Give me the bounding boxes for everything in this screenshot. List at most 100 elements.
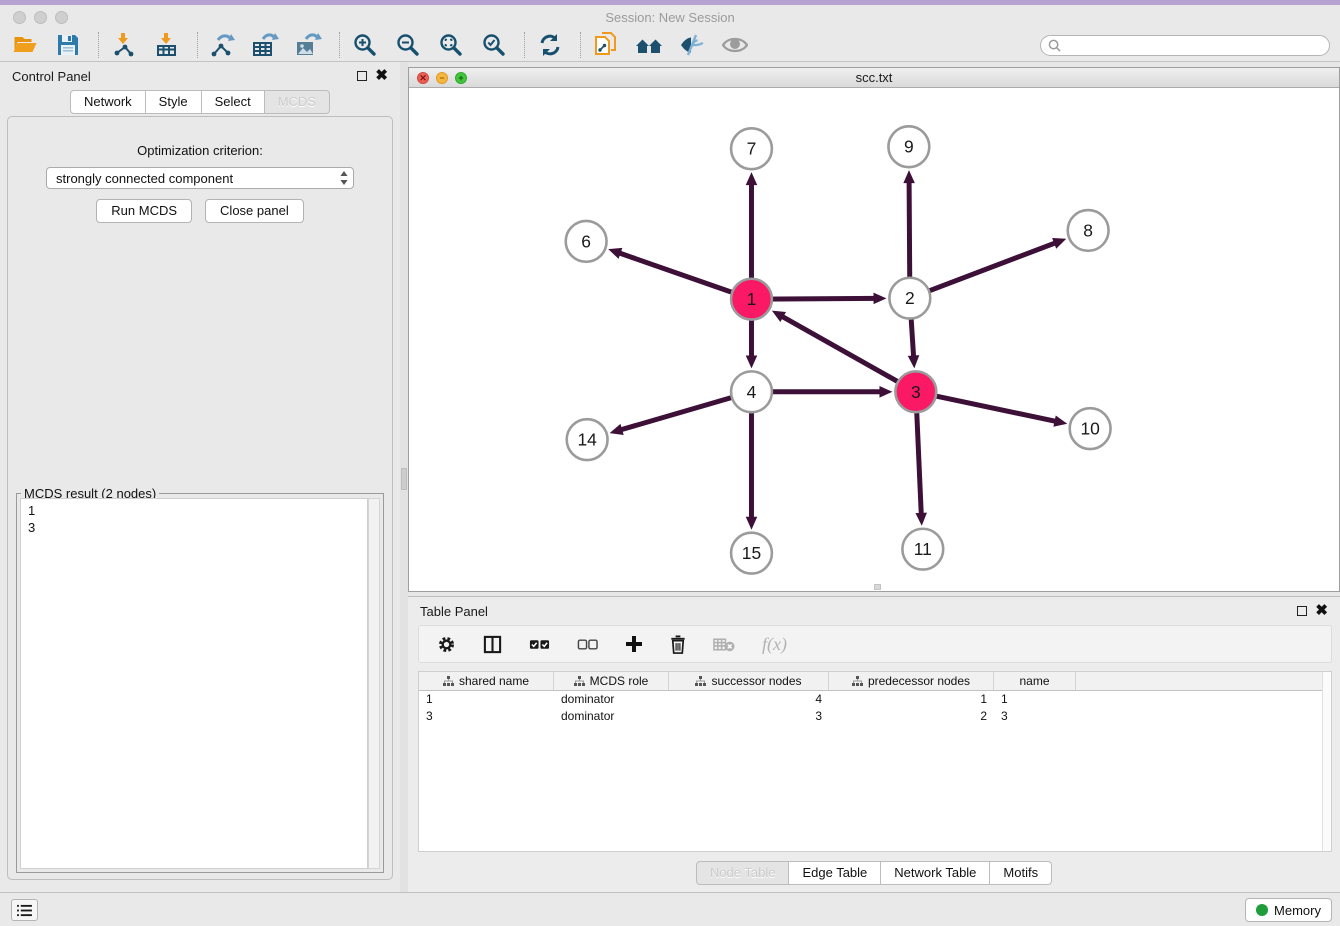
column-header-shared-name[interactable]: shared name <box>419 672 554 690</box>
search-input[interactable] <box>1065 37 1329 53</box>
tab-style[interactable]: Style <box>146 90 202 114</box>
control-panel-header: Control Panel ✖ <box>0 62 400 90</box>
table-settings-button[interactable] <box>437 635 456 654</box>
column-header-predecessor-nodes[interactable]: predecessor nodes <box>829 672 994 690</box>
result-scrollbar[interactable] <box>368 498 380 869</box>
network-window-titlebar[interactable]: ✕ − + scc.txt <box>409 68 1339 88</box>
export-image-button[interactable] <box>294 31 324 59</box>
close-panel-button[interactable]: Close panel <box>205 199 304 223</box>
import-table-button[interactable] <box>152 31 182 59</box>
zoom-in-button[interactable] <box>350 31 380 59</box>
close-panel-icon[interactable]: ✖ <box>375 71 388 81</box>
table-header-row: shared name MCDS rolesuccessor nodesprede… <box>419 672 1331 691</box>
tab-network-table[interactable]: Network Table <box>881 861 990 885</box>
graph-edge-arrowhead <box>903 170 915 183</box>
optimization-criterion-label: Optimization criterion: <box>8 143 392 158</box>
network-minimize-button[interactable]: − <box>436 72 448 84</box>
zoom-selected-button[interactable] <box>479 31 509 59</box>
open-session-button[interactable] <box>10 31 40 59</box>
graph-node-label: 9 <box>904 137 914 157</box>
network-graph[interactable]: 7968124314101511 <box>409 89 1339 591</box>
tree-icon <box>574 676 585 686</box>
search-field[interactable] <box>1040 35 1330 56</box>
status-bar: Memory <box>0 892 1340 926</box>
tree-icon <box>852 676 863 686</box>
table-row[interactable]: 3dominator323 <box>419 708 1331 725</box>
run-mcds-button[interactable]: Run MCDS <box>96 199 192 223</box>
graph-edge-arrowhead <box>1053 415 1067 426</box>
show-details-button[interactable] <box>720 31 750 59</box>
save-session-button[interactable] <box>53 31 83 59</box>
table-cell[interactable]: 3 <box>669 708 829 725</box>
column-header-MCDS-role[interactable]: MCDS role <box>554 672 669 690</box>
gear-icon <box>437 635 456 654</box>
toolbar-separator <box>98 32 99 58</box>
table-cell[interactable]: 1 <box>994 691 1076 708</box>
home-button[interactable] <box>634 31 664 59</box>
memory-button[interactable]: Memory <box>1245 898 1332 922</box>
graph-node-label: 7 <box>747 139 757 159</box>
table-cell[interactable]: 3 <box>994 708 1076 725</box>
delete-column-button[interactable] <box>670 635 686 654</box>
table-cell[interactable]: 3 <box>419 708 554 725</box>
column-header-successor-nodes[interactable]: successor nodes <box>669 672 829 690</box>
table-cell[interactable]: 2 <box>829 708 994 725</box>
delete-table-button <box>713 637 735 652</box>
node-table: shared name MCDS rolesuccessor nodesprede… <box>418 671 1332 852</box>
table-cell[interactable]: dominator <box>554 691 669 708</box>
splitter-grip[interactable] <box>401 468 407 490</box>
criterion-select[interactable]: strongly connected component <box>46 167 354 189</box>
column-header-name[interactable]: name <box>994 672 1076 690</box>
table-cell[interactable]: dominator <box>554 708 669 725</box>
export-network-button[interactable] <box>208 31 238 59</box>
deselect-all-rows-button[interactable] <box>577 638 598 651</box>
create-column-button[interactable] <box>625 635 643 653</box>
graph-node-label: 6 <box>581 231 591 251</box>
network-canvas[interactable]: 7968124314101511 <box>409 89 1339 591</box>
tab-mcds[interactable]: MCDS <box>265 90 330 114</box>
graph-node-label: 3 <box>911 382 921 402</box>
table-row[interactable]: 1dominator411 <box>419 691 1331 708</box>
table-cell[interactable]: 4 <box>669 691 829 708</box>
network-close-button[interactable]: ✕ <box>417 72 429 84</box>
select-all-rows-button[interactable] <box>529 638 550 651</box>
tab-node-table[interactable]: Node Table <box>696 861 790 885</box>
toolbar-separator <box>339 32 340 58</box>
panel-splitter[interactable] <box>400 62 408 892</box>
zoom-out-button[interactable] <box>393 31 423 59</box>
main-toolbar <box>0 29 1340 62</box>
network-window-resize-grip[interactable] <box>874 584 881 590</box>
import-network-button[interactable] <box>109 31 139 59</box>
column-header-label: shared name <box>459 674 529 688</box>
network-maximize-button[interactable]: + <box>455 72 467 84</box>
toggle-style-button[interactable] <box>677 31 707 59</box>
close-panel-icon[interactable]: ✖ <box>1315 606 1328 616</box>
toolbar-separator <box>197 32 198 58</box>
graph-edge-arrowhead <box>746 355 758 368</box>
table-cell[interactable]: 1 <box>419 691 554 708</box>
graph-edge-3-1[interactable] <box>781 316 916 392</box>
tab-edge-table[interactable]: Edge Table <box>789 861 881 885</box>
apply-layout-button[interactable] <box>535 31 565 59</box>
table-cell[interactable]: 1 <box>829 691 994 708</box>
open-folder-icon <box>13 34 38 56</box>
graph-edge-arrowhead <box>879 386 892 398</box>
table-scrollbar[interactable] <box>1322 672 1331 851</box>
graph-edge-2-8[interactable] <box>910 242 1057 298</box>
float-panel-icon[interactable] <box>357 71 367 81</box>
list-icon <box>17 904 32 917</box>
task-history-button[interactable] <box>11 899 38 921</box>
copy-network-button[interactable] <box>591 31 621 59</box>
mcds-result-list[interactable]: 13 <box>20 498 368 869</box>
tab-motifs[interactable]: Motifs <box>990 861 1052 885</box>
tab-select[interactable]: Select <box>202 90 265 114</box>
column-visibility-button[interactable] <box>483 635 502 654</box>
graph-edge-3-10[interactable] <box>916 392 1058 422</box>
zoom-fit-button[interactable] <box>436 31 466 59</box>
export-network-icon <box>210 33 236 57</box>
tree-icon <box>695 676 706 686</box>
tab-network[interactable]: Network <box>70 90 146 114</box>
export-table-button[interactable] <box>251 31 281 59</box>
right-column: ✕ − + scc.txt 7968124314101511 Table Pan… <box>408 62 1340 892</box>
float-panel-icon[interactable] <box>1297 606 1307 616</box>
